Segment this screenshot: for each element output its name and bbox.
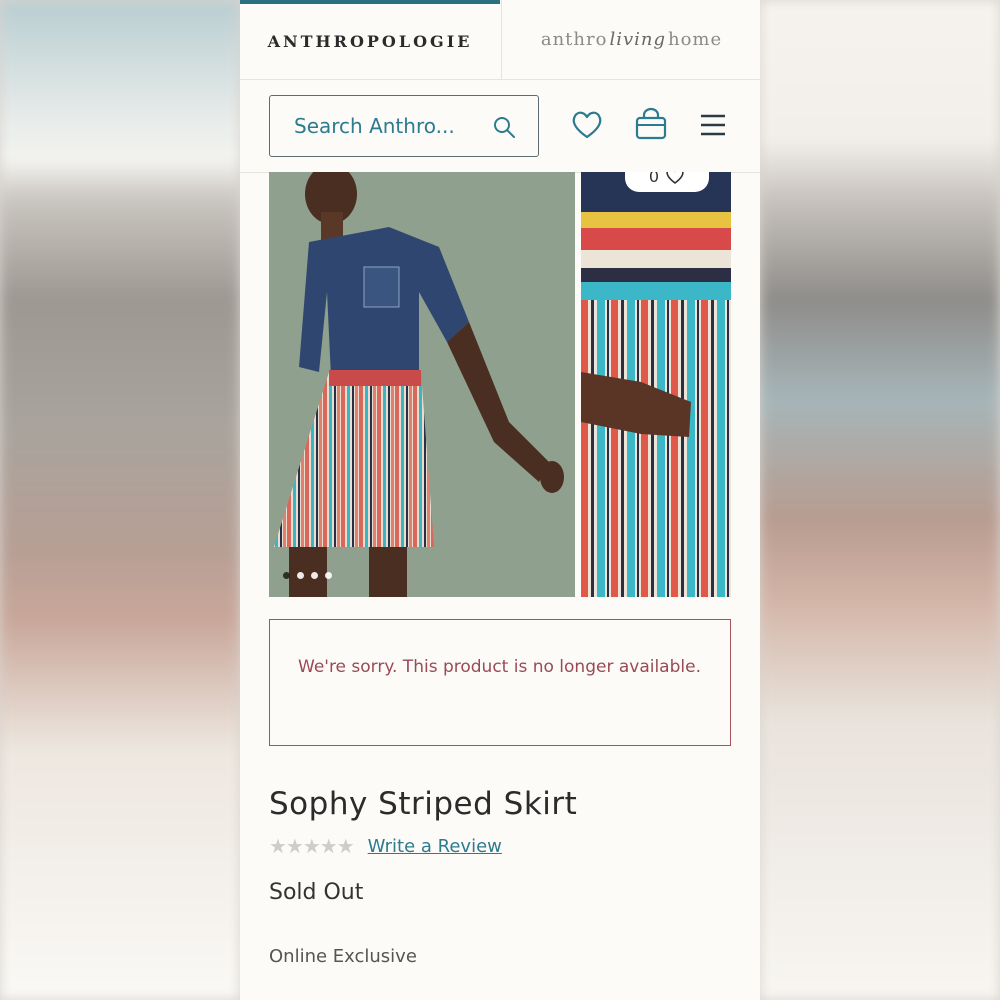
hamburger-menu-icon[interactable]: [698, 112, 728, 138]
logo-part-anthro: anthro: [540, 29, 608, 50]
search-toolbar: [240, 80, 760, 173]
backdrop-right: [760, 0, 1000, 1000]
backdrop-left: [0, 0, 240, 1000]
rating-row: ★★★★★ Write a Review: [269, 834, 502, 858]
product-photo-detail[interactable]: [581, 172, 731, 597]
notice-message: We're sorry. This product is no longer a…: [298, 657, 701, 677]
carousel-dots: [283, 572, 332, 579]
carousel-dot-4[interactable]: [325, 572, 332, 579]
star-rating: ★★★★★: [269, 834, 355, 858]
anthropologie-logo: ANTHROPOLOGIE: [267, 32, 473, 51]
tab-anthro-living-home[interactable]: anthro living home: [501, 0, 760, 79]
heart-icon: [666, 172, 684, 185]
product-unavailable-notice: We're sorry. This product is no longer a…: [269, 619, 731, 746]
write-review-link[interactable]: Write a Review: [368, 836, 502, 857]
search-box[interactable]: [269, 95, 539, 157]
product-title: Sophy Striped Skirt: [269, 786, 578, 822]
wishlist-count-chip[interactable]: 0: [625, 172, 709, 192]
product-photo-model[interactable]: [269, 172, 575, 597]
mobile-page: ANTHROPOLOGIE anthro living home Search …: [240, 0, 760, 1000]
model-illustration: [269, 172, 575, 597]
availability-status: Sold Out: [269, 880, 364, 905]
tab-anthropologie[interactable]: ANTHROPOLOGIE: [240, 0, 500, 79]
online-exclusive-label: Online Exclusive: [269, 946, 417, 967]
heart-icon[interactable]: [570, 108, 604, 142]
product-image-carousel[interactable]: 0: [269, 172, 731, 597]
wishlist-count: 0: [648, 172, 660, 186]
search-icon[interactable]: [492, 115, 516, 139]
shopping-bag-icon[interactable]: [633, 106, 669, 142]
carousel-dot-1[interactable]: [283, 572, 290, 579]
carousel-dot-2[interactable]: [297, 572, 304, 579]
search-input[interactable]: [292, 113, 496, 139]
skirt-detail-illustration: [581, 172, 731, 597]
brand-tabs: ANTHROPOLOGIE anthro living home: [240, 0, 760, 80]
anthro-living-home-logo: anthro living home: [541, 29, 722, 50]
carousel-dot-3[interactable]: [311, 572, 318, 579]
logo-part-living: living: [609, 29, 666, 50]
logo-part-home: home: [668, 29, 723, 50]
